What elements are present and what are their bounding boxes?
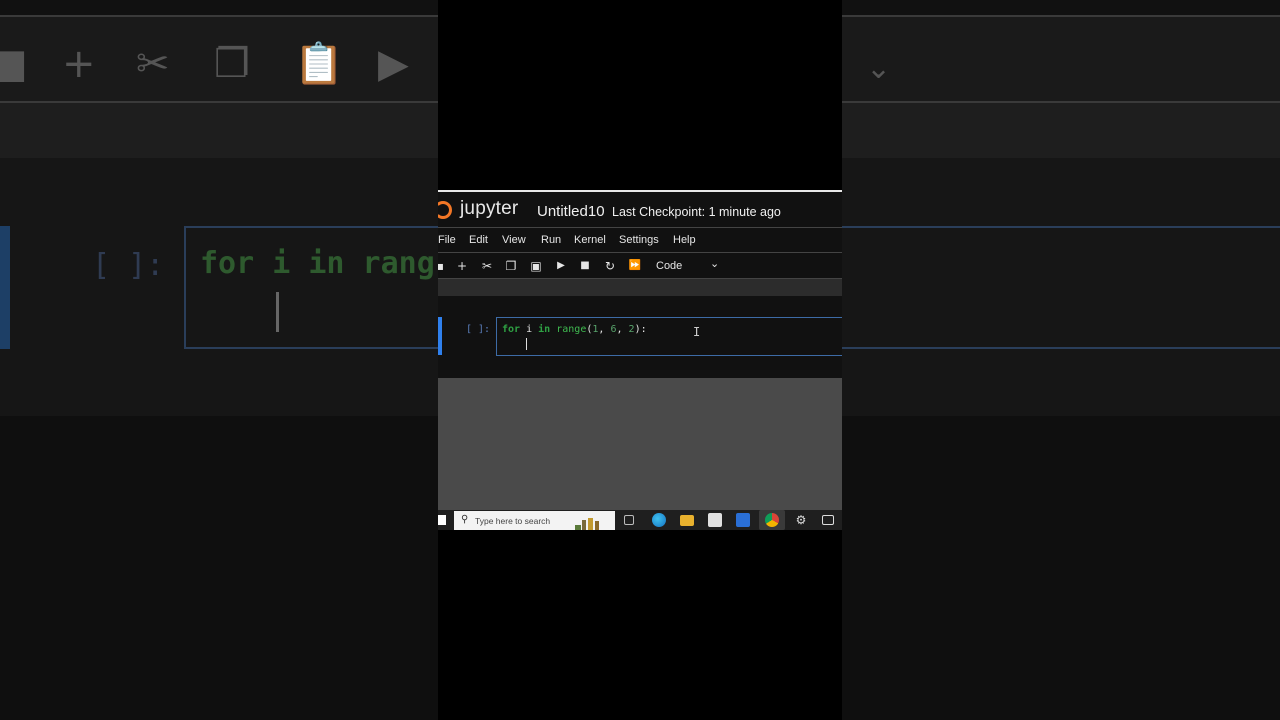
restart-icon[interactable]: ↻: [602, 257, 618, 275]
bg-run-icon: ▶: [378, 41, 409, 87]
menu-view[interactable]: View: [502, 234, 526, 246]
stop-icon[interactable]: ■: [577, 257, 593, 275]
edge-browser-icon[interactable]: [652, 513, 666, 527]
paste-icon[interactable]: ▣: [528, 257, 544, 275]
code-token: range: [556, 324, 587, 335]
menu-run[interactable]: Run: [541, 234, 561, 246]
bg-band: [0, 103, 438, 158]
copy-icon[interactable]: ❐: [503, 257, 519, 275]
bg-cell-area: [ ]: for i in rang: [0, 158, 438, 416]
run-icon[interactable]: ▶: [553, 257, 569, 275]
notebook-empty-area: [438, 378, 842, 510]
bg-lower-right: [842, 416, 1280, 720]
code-token: ,: [598, 324, 611, 335]
code-line-1[interactable]: for i in range(1, 6, 2):: [502, 324, 647, 335]
bg-band-right: [842, 103, 1280, 158]
background-left: ■ + ✂ ❐ 📋 ▶ [ ]: for i in rang: [0, 0, 438, 720]
cell-type-select[interactable]: Code: [656, 260, 682, 272]
mail-icon[interactable]: [736, 513, 750, 527]
bg-cursor: [276, 292, 279, 332]
notebook-title[interactable]: Untitled10: [537, 203, 605, 220]
bg-toolbar-right: ⌄: [842, 15, 1280, 103]
bg-code: for i in rang: [200, 246, 435, 281]
code-token: for: [502, 324, 521, 335]
bg-toolbar: ■ + ✂ ❐ 📋 ▶: [0, 15, 438, 103]
bg-chevron-down-icon: ⌄: [866, 51, 892, 86]
menu-settings[interactable]: Settings: [619, 234, 659, 246]
chrome-icon[interactable]: [765, 513, 779, 527]
jupyter-logo-text[interactable]: jupyter: [460, 198, 518, 220]
bg-add-icon: +: [62, 41, 96, 87]
bg-prompt: [ ]:: [92, 248, 165, 283]
add-cell-icon[interactable]: +: [454, 257, 470, 275]
code-token: ,: [616, 324, 629, 335]
chevron-down-icon[interactable]: ⌄: [710, 257, 719, 270]
settings-gear-icon[interactable]: ⚙: [794, 513, 808, 527]
cell-prompt: [ ]:: [466, 324, 491, 335]
screen-capture: jupyter Untitled10 Last Checkpoint: 1 mi…: [438, 0, 842, 720]
notebook-toolbar: ▪ + ✂ ❐ ▣ ▶ ■ ↻ ⏩ Code ⌄: [438, 253, 842, 279]
search-placeholder: Type here to search: [475, 516, 551, 526]
bg-cell-area-right: [842, 158, 1280, 416]
checkpoint-status: Last Checkpoint: 1 minute ago: [612, 205, 781, 219]
menu-bar: File Edit View Run Kernel Settings Help: [438, 227, 842, 253]
text-cursor: [526, 338, 527, 350]
menu-file[interactable]: File: [438, 234, 456, 246]
windows-taskbar: ⚲ Type here to search ⚙: [438, 510, 842, 530]
save-icon[interactable]: ▪: [438, 257, 448, 275]
code-token: in: [538, 324, 551, 335]
cut-icon[interactable]: ✂: [479, 257, 495, 275]
code-token: ):: [634, 324, 647, 335]
search-icon: ⚲: [461, 514, 469, 525]
bg-lower: [0, 416, 438, 720]
jupyter-logo-icon[interactable]: [438, 199, 452, 221]
bg-active-bar: [0, 226, 10, 349]
notebook-subbar: [438, 279, 842, 296]
menu-edit[interactable]: Edit: [469, 234, 488, 246]
bg-cell-box-right: [842, 226, 1280, 349]
jupyter-header: jupyter Untitled10 Last Checkpoint: 1 mi…: [438, 190, 842, 227]
fast-forward-icon[interactable]: ⏩: [627, 257, 643, 275]
background-right: ⌄: [842, 0, 1280, 720]
file-explorer-icon[interactable]: [680, 515, 694, 526]
bg-save-icon: ■: [0, 41, 28, 87]
bg-paste-icon: 📋: [294, 41, 344, 87]
jupyter-window: jupyter Untitled10 Last Checkpoint: 1 mi…: [438, 190, 842, 530]
store-icon[interactable]: [708, 513, 722, 527]
window-app-icon[interactable]: [822, 515, 834, 525]
task-view-icon[interactable]: [624, 515, 634, 525]
video-frame: ■ + ✂ ❐ 📋 ▶ [ ]: for i in rang ⌄ jupyter…: [0, 0, 1280, 720]
mouse-ibeam-icon: I: [693, 325, 701, 339]
active-cell-indicator: [438, 317, 442, 355]
windows-start-icon[interactable]: [438, 515, 446, 525]
taskbar-search-box[interactable]: ⚲ Type here to search: [454, 511, 615, 530]
bg-copy-icon: ❐: [214, 41, 250, 87]
menu-kernel[interactable]: Kernel: [574, 234, 606, 246]
menu-help[interactable]: Help: [673, 234, 696, 246]
bg-cut-icon: ✂: [136, 41, 170, 87]
bg-cell-box: [184, 226, 438, 349]
code-cell-editor[interactable]: for i in range(1, 6, 2):: [496, 317, 842, 356]
search-highlight-art-icon: [575, 518, 599, 530]
